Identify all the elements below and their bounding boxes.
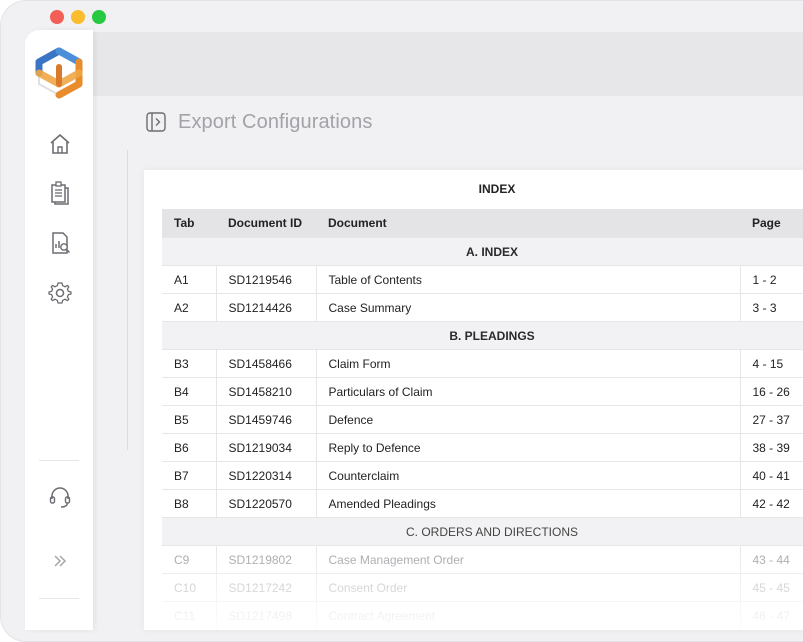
cell-document: Defence xyxy=(315,405,740,434)
sidebar xyxy=(25,30,93,630)
cell-tab: C11 xyxy=(162,601,216,629)
double-chevron-right-icon[interactable] xyxy=(47,548,73,574)
headset-support-icon[interactable] xyxy=(47,484,73,510)
cell-document: Counterclaim xyxy=(315,461,740,490)
cell-doc-id: SD1217242 xyxy=(215,573,316,602)
cell-doc-id: SD1217498 xyxy=(215,601,316,629)
cell-document: Table of Contents xyxy=(315,265,740,294)
table-row[interactable]: B7 SD1220314 Counterclaim 40 - 41 xyxy=(162,461,803,490)
index-title: INDEX xyxy=(478,182,516,196)
page-title: Export Configurations xyxy=(178,111,373,133)
section-heading: A. INDEX xyxy=(162,237,803,266)
cell-doc-id: SD1458466 xyxy=(215,349,316,378)
cell-document: Contract Agreement xyxy=(315,601,740,629)
cell-doc-id: SD1214426 xyxy=(215,293,316,322)
documents-icon[interactable] xyxy=(47,180,73,206)
cell-page: 3 - 3 xyxy=(739,293,803,322)
section-heading: C. ORDERS AND DIRECTIONS xyxy=(162,517,803,546)
maximize-window-button[interactable] xyxy=(92,10,106,24)
cell-tab: B4 xyxy=(162,377,216,406)
sidebar-divider xyxy=(39,460,79,461)
cell-doc-id: SD1219034 xyxy=(215,433,316,462)
column-header-page[interactable]: Page xyxy=(740,209,803,238)
section-row: A. INDEX xyxy=(162,237,803,266)
column-header-tab[interactable]: Tab xyxy=(162,209,216,238)
cell-page: 43 - 44 xyxy=(739,545,803,574)
cell-document: Case Summary xyxy=(315,293,740,322)
cell-doc-id: SD1220314 xyxy=(215,461,316,490)
table-row[interactable]: B5 SD1459746 Defence 27 - 37 xyxy=(162,405,803,434)
cell-doc-id: SD1220570 xyxy=(215,489,316,518)
column-header-document[interactable]: Document xyxy=(316,209,740,238)
cell-tab: B7 xyxy=(162,461,216,490)
cell-document: Reply to Defence xyxy=(315,433,740,462)
cell-page: 45 - 45 xyxy=(739,573,803,602)
cell-page: 38 - 39 xyxy=(739,433,803,462)
top-bar xyxy=(93,32,803,96)
cell-document: Amended Pleadings xyxy=(315,489,740,518)
content-divider xyxy=(127,150,128,450)
section-row: B. PLEADINGS xyxy=(162,321,803,350)
cell-tab: B8 xyxy=(162,489,216,518)
table-row[interactable]: C11 SD1217498 Contract Agreement 46 - 47 xyxy=(162,601,803,629)
section-heading: B. PLEADINGS xyxy=(162,321,803,350)
cell-doc-id: SD1458210 xyxy=(215,377,316,406)
column-header-document-id[interactable]: Document ID xyxy=(216,209,316,238)
minimize-window-button[interactable] xyxy=(71,10,85,24)
gear-icon[interactable] xyxy=(47,280,73,306)
report-search-icon[interactable] xyxy=(47,230,73,256)
cell-tab: C9 xyxy=(162,545,216,574)
cube-logo-icon[interactable] xyxy=(34,45,84,101)
cell-tab: B5 xyxy=(162,405,216,434)
cell-tab: C10 xyxy=(162,573,216,602)
index-table: Tab Document ID Document Page A. INDEX A… xyxy=(162,209,803,629)
cell-tab: B6 xyxy=(162,433,216,462)
close-window-button[interactable] xyxy=(50,10,64,24)
cell-page: 27 - 37 xyxy=(739,405,803,434)
cell-document: Claim Form xyxy=(315,349,740,378)
cell-document: Particulars of Claim xyxy=(315,377,740,406)
cell-document: Case Management Order xyxy=(315,545,740,574)
table-row[interactable]: A1 SD1219546 Table of Contents 1 - 2 xyxy=(162,265,803,294)
cell-doc-id: SD1219802 xyxy=(215,545,316,574)
cell-doc-id: SD1459746 xyxy=(215,405,316,434)
window-controls xyxy=(50,10,106,24)
table-row[interactable]: B6 SD1219034 Reply to Defence 38 - 39 xyxy=(162,433,803,462)
cell-doc-id: SD1219546 xyxy=(215,265,316,294)
table-header-row: Tab Document ID Document Page xyxy=(162,209,803,238)
table-row[interactable]: B8 SD1220570 Amended Pleadings 42 - 42 xyxy=(162,489,803,518)
home-icon[interactable] xyxy=(47,131,73,157)
sidebar-divider xyxy=(39,598,79,599)
cell-page: 16 - 26 xyxy=(739,377,803,406)
cell-page: 46 - 47 xyxy=(739,601,803,629)
cell-page: 4 - 15 xyxy=(739,349,803,378)
panel-toggle-icon[interactable] xyxy=(146,112,166,132)
section-row: C. ORDERS AND DIRECTIONS xyxy=(162,517,803,546)
cell-page: 40 - 41 xyxy=(739,461,803,490)
cell-tab: A1 xyxy=(162,265,216,294)
table-row[interactable]: B4 SD1458210 Particulars of Claim 16 - 2… xyxy=(162,377,803,406)
cell-document: Consent Order xyxy=(315,573,740,602)
table-row[interactable]: C9 SD1219802 Case Management Order 43 - … xyxy=(162,545,803,574)
cell-tab: A2 xyxy=(162,293,216,322)
table-row[interactable]: A2 SD1214426 Case Summary 3 - 3 xyxy=(162,293,803,322)
cell-page: 1 - 2 xyxy=(739,265,803,294)
cell-page: 42 - 42 xyxy=(739,489,803,518)
cell-tab: B3 xyxy=(162,349,216,378)
table-row[interactable]: B3 SD1458466 Claim Form 4 - 15 xyxy=(162,349,803,378)
table-row[interactable]: C10 SD1217242 Consent Order 45 - 45 xyxy=(162,573,803,602)
